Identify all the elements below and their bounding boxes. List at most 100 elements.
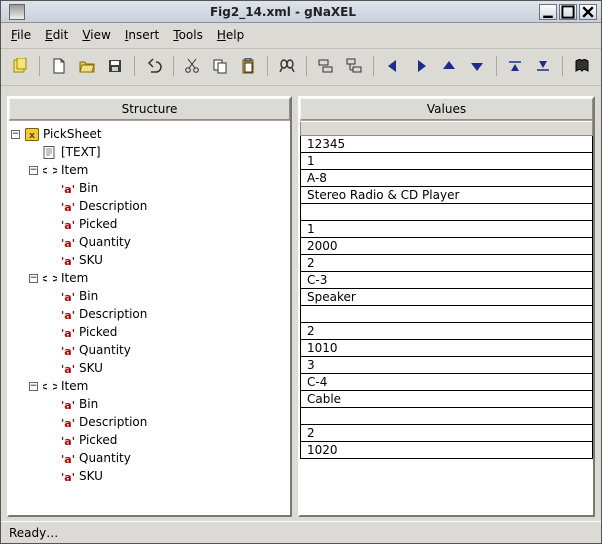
tree-label: Item bbox=[61, 163, 88, 177]
nav-down-icon[interactable] bbox=[466, 55, 488, 77]
tree-item-1[interactable]: −< >Item bbox=[11, 269, 288, 287]
value-cell[interactable] bbox=[301, 408, 593, 425]
nav-right-icon[interactable] bbox=[410, 55, 432, 77]
tree-label: Picked bbox=[79, 217, 117, 231]
tree-attr-description[interactable]: 'a'Description bbox=[11, 197, 288, 215]
tree-attr-bin[interactable]: 'a' Bin bbox=[11, 395, 288, 413]
svg-text:'a': 'a' bbox=[61, 309, 75, 321]
tree-attr-quantity[interactable]: 'a'Quantity bbox=[11, 341, 288, 359]
tree-spacer bbox=[47, 220, 56, 229]
values-header: Values bbox=[300, 98, 593, 120]
copy-icon[interactable] bbox=[209, 55, 231, 77]
value-cell[interactable]: C-3 bbox=[301, 272, 593, 289]
cut-icon[interactable] bbox=[181, 55, 203, 77]
tree-attr-bin[interactable]: 'a'Bin bbox=[11, 287, 288, 305]
insert-sibling-icon[interactable] bbox=[315, 55, 337, 77]
svg-text:'a': 'a' bbox=[61, 327, 75, 339]
app-window: Fig2_14.xml - gNaXEL FileEditViewInsertT… bbox=[0, 0, 602, 544]
value-cell[interactable]: 2000 bbox=[301, 238, 593, 255]
find-icon[interactable] bbox=[276, 55, 298, 77]
menu-edit[interactable]: Edit bbox=[45, 28, 68, 42]
insert-child-icon[interactable] bbox=[343, 55, 365, 77]
value-cell[interactable]: 2 bbox=[301, 425, 593, 442]
tree-spacer bbox=[47, 328, 56, 337]
tree-label: PickSheet bbox=[43, 127, 102, 141]
value-cell[interactable] bbox=[301, 204, 593, 221]
menu-tools[interactable]: Tools bbox=[173, 28, 203, 42]
value-cell[interactable]: 2 bbox=[301, 323, 593, 340]
promote-icon[interactable] bbox=[504, 55, 526, 77]
value-cell[interactable]: Cable bbox=[301, 391, 593, 408]
element-icon: < > bbox=[42, 379, 57, 393]
attribute-icon: 'a' bbox=[60, 325, 75, 339]
value-cell[interactable]: 1010 bbox=[301, 340, 593, 357]
demote-icon[interactable] bbox=[532, 55, 554, 77]
menu-help[interactable]: Help bbox=[217, 28, 244, 42]
structure-header: Structure bbox=[9, 98, 290, 120]
tree-label: Bin bbox=[79, 397, 98, 411]
save-file-icon[interactable] bbox=[104, 55, 126, 77]
tree-label: Description bbox=[79, 415, 147, 429]
tree-attr-sku[interactable]: 'a'SKU bbox=[11, 467, 288, 485]
tree-root[interactable]: −x PickSheet bbox=[11, 125, 288, 143]
toolbar bbox=[1, 49, 601, 86]
tree-attr-quantity[interactable]: 'a'Quantity bbox=[11, 449, 288, 467]
menu-view[interactable]: View bbox=[82, 28, 110, 42]
nav-up-icon[interactable] bbox=[438, 55, 460, 77]
tree-attr-quantity[interactable]: 'a'Quantity bbox=[11, 233, 288, 251]
tree-spacer bbox=[47, 292, 56, 301]
tree-attr-picked[interactable]: 'a'Picked bbox=[11, 431, 288, 449]
tree-attr-sku[interactable]: 'a'SKU bbox=[11, 359, 288, 377]
toolbar-separator bbox=[562, 56, 563, 76]
structure-tree[interactable]: −xPickSheet[TEXT]−< >Item'a'Bin'a'Descri… bbox=[9, 120, 290, 515]
new-file-icon[interactable] bbox=[48, 55, 70, 77]
help-book-icon[interactable] bbox=[571, 55, 593, 77]
value-cell[interactable]: 1 bbox=[301, 153, 593, 170]
menu-insert[interactable]: Insert bbox=[125, 28, 159, 42]
value-cell[interactable]: C-4 bbox=[301, 374, 593, 391]
tree-attr-description[interactable]: 'a'Description bbox=[11, 413, 288, 431]
attribute-icon: 'a' bbox=[60, 451, 75, 465]
close-button[interactable] bbox=[579, 4, 597, 20]
value-cell[interactable]: Speaker bbox=[301, 289, 593, 306]
tree-item-2[interactable]: −< >Item bbox=[11, 377, 288, 395]
menu-file[interactable]: File bbox=[11, 28, 31, 42]
undo-icon[interactable] bbox=[143, 55, 165, 77]
tree-attr-picked[interactable]: 'a'Picked bbox=[11, 323, 288, 341]
tree-twister[interactable]: − bbox=[29, 382, 38, 391]
tree-attr-sku[interactable]: 'a'SKU bbox=[11, 251, 288, 269]
value-cell[interactable] bbox=[301, 306, 593, 323]
tree-item-0[interactable]: −< >Item bbox=[11, 161, 288, 179]
tree-label: Bin bbox=[79, 181, 98, 195]
tree-attr-description[interactable]: 'a'Description bbox=[11, 305, 288, 323]
tree-twister[interactable]: − bbox=[11, 130, 20, 139]
value-cell[interactable]: Stereo Radio & CD Player bbox=[301, 187, 593, 204]
maximize-button[interactable] bbox=[559, 4, 577, 20]
value-cell[interactable]: A-8 bbox=[301, 170, 593, 187]
tree-attr-bin[interactable]: 'a'Bin bbox=[11, 179, 288, 197]
values-body[interactable]: 123451A-8Stereo Radio & CD Player120002C… bbox=[300, 120, 593, 515]
tree-attr-picked[interactable]: 'a'Picked bbox=[11, 215, 288, 233]
value-cell[interactable]: 3 bbox=[301, 357, 593, 374]
value-cell[interactable]: 2 bbox=[301, 255, 593, 272]
minimize-button[interactable] bbox=[539, 4, 557, 20]
tree-twister[interactable]: − bbox=[29, 166, 38, 175]
open-file-icon[interactable] bbox=[76, 55, 98, 77]
attribute-icon: 'a' bbox=[60, 397, 75, 411]
attribute-icon: 'a' bbox=[60, 469, 75, 483]
toolbar-separator bbox=[496, 56, 497, 76]
tree-text-node[interactable]: [TEXT] bbox=[11, 143, 288, 161]
svg-text:'a': 'a' bbox=[61, 255, 75, 267]
value-cell[interactable]: 1020 bbox=[301, 442, 593, 459]
root-element-icon: x bbox=[24, 127, 39, 141]
value-cell[interactable]: 12345 bbox=[301, 136, 593, 153]
wizard-icon[interactable] bbox=[9, 55, 31, 77]
paste-icon[interactable] bbox=[237, 55, 259, 77]
value-cell[interactable]: 1 bbox=[301, 221, 593, 238]
attribute-icon: 'a' bbox=[60, 361, 75, 375]
values-column-header bbox=[301, 122, 593, 136]
tree-twister[interactable]: − bbox=[29, 274, 38, 283]
nav-left-icon[interactable] bbox=[382, 55, 404, 77]
svg-text:< >: < > bbox=[43, 272, 57, 285]
tree-label: Picked bbox=[79, 433, 117, 447]
